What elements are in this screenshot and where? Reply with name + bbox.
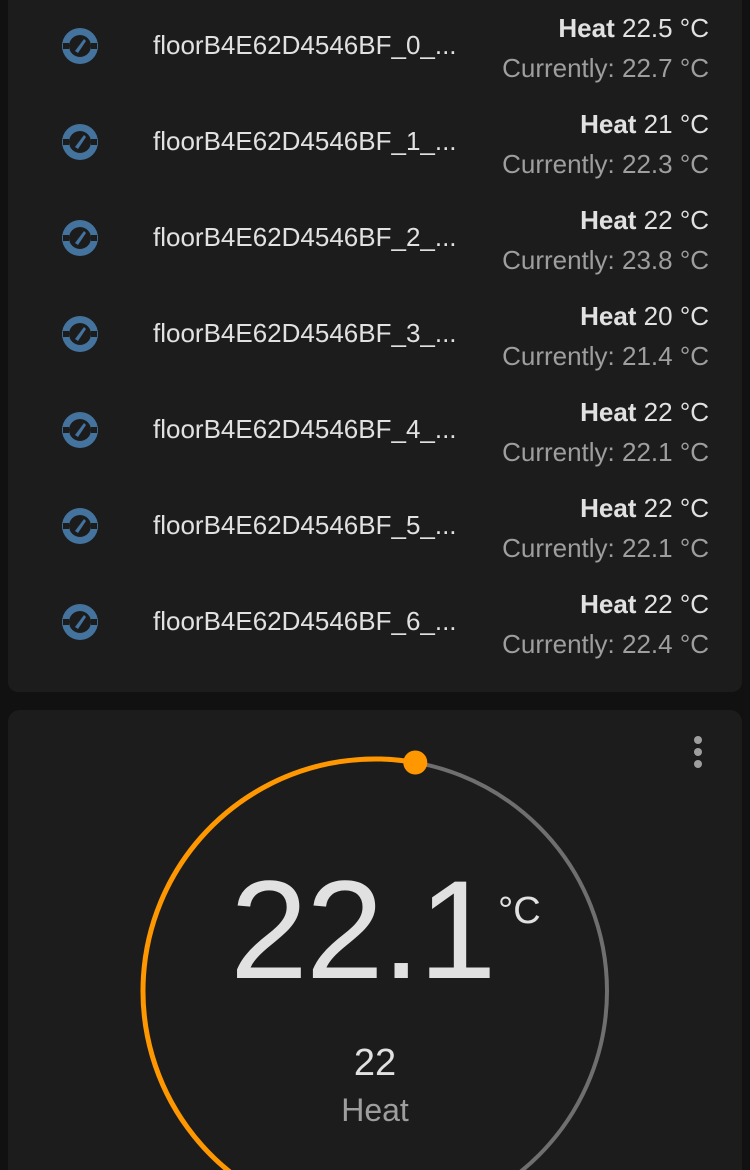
thermostat-row[interactable]: floorB4E62D4546BF_0_... Heat 22.5 °C Curre… <box>8 0 742 96</box>
thermostat-icon[interactable] <box>60 602 100 642</box>
thermostat-row[interactable]: floorB4E62D4546BF_2_... Heat 22 °C Current… <box>8 192 742 288</box>
thermostat-row[interactable]: floorB4E62D4546BF_4_... Heat 22 °C Current… <box>8 384 742 480</box>
thermostat-name[interactable]: floorB4E62D4546BF_1_... <box>153 124 473 158</box>
thermostat-state: Heat 20 °C Currently: 21.4 °C <box>502 296 709 376</box>
thermostat-icon[interactable] <box>60 506 100 546</box>
current-temperature: Currently: 22.3 °C <box>502 149 709 179</box>
thermostat-icon[interactable] <box>60 314 100 354</box>
hvac-mode-label: Heat <box>341 1092 409 1128</box>
thermostat-name[interactable]: floorB4E62D4546BF_0_... <box>153 28 473 62</box>
target-line: Heat 22 °C <box>502 584 709 624</box>
thermostat-row[interactable]: floorB4E62D4546BF_5_... Heat 22 °C Current… <box>8 480 742 576</box>
thermostat-icon[interactable] <box>60 410 100 450</box>
current-temperature: 22.1 <box>230 851 496 1008</box>
hvac-mode: Heat <box>580 397 637 427</box>
target-temperature: 21 °C <box>643 109 709 139</box>
thermostat-state: Heat 22 °C Currently: 22.1 °C <box>502 392 709 472</box>
thermostat-icon[interactable] <box>60 122 100 162</box>
target-line: Heat 20 °C <box>502 296 709 336</box>
current-temperature: Currently: 22.1 °C <box>502 437 709 467</box>
current-temperature: Currently: 22.4 °C <box>502 629 709 659</box>
thermostat-name[interactable]: floorB4E62D4546BF_6_... <box>153 604 473 638</box>
target-line: Heat 22 °C <box>502 200 709 240</box>
temperature-unit: °C <box>498 890 541 932</box>
hvac-mode: Heat <box>580 109 637 139</box>
hvac-mode: Heat <box>558 13 615 43</box>
current-temperature: Currently: 23.8 °C <box>502 245 709 275</box>
current-temperature: Currently: 22.7 °C <box>502 53 709 83</box>
thermostat-name[interactable]: floorB4E62D4546BF_5_... <box>153 508 473 542</box>
hvac-mode: Heat <box>580 493 637 523</box>
thermostat-card: 22.1 °C 22 Heat <box>8 710 742 1170</box>
thermostat-name[interactable]: floorB4E62D4546BF_4_... <box>153 412 473 446</box>
target-temperature: 20 °C <box>643 301 709 331</box>
thermostat-state: Heat 22 °C Currently: 23.8 °C <box>502 200 709 280</box>
target-line: Heat 22.5 °C <box>502 8 709 48</box>
more-vertical-icon[interactable] <box>686 736 710 776</box>
thermostat-name[interactable]: floorB4E62D4546BF_3_... <box>153 316 473 350</box>
hvac-mode: Heat <box>580 205 637 235</box>
setpoint-handle[interactable] <box>403 750 428 775</box>
current-temperature: Currently: 21.4 °C <box>502 341 709 371</box>
target-temperature: 22 °C <box>643 205 709 235</box>
thermostat-row[interactable]: floorB4E62D4546BF_1_... Heat 21 °C Current… <box>8 96 742 192</box>
thermostat-name[interactable]: floorB4E62D4546BF_2_... <box>153 220 473 254</box>
target-temperature: 22 °C <box>643 493 709 523</box>
target-temperature: 22.5 °C <box>621 13 709 43</box>
thermostat-list-card: floorB4E62D4546BF_0_... Heat 22.5 °C Curre… <box>8 0 742 692</box>
target-line: Heat 21 °C <box>502 104 709 144</box>
hvac-mode: Heat <box>580 589 637 619</box>
current-temperature: Currently: 22.1 °C <box>502 533 709 563</box>
thermostat-icon[interactable] <box>60 218 100 258</box>
target-temperature: 22 °C <box>643 397 709 427</box>
hvac-mode: Heat <box>580 301 637 331</box>
target-temperature[interactable]: 22 <box>275 1042 475 1085</box>
thermostat-row[interactable]: floorB4E62D4546BF_6_... Heat 22 °C Current… <box>8 576 742 672</box>
target-line: Heat 22 °C <box>502 488 709 528</box>
target-line: Heat 22 °C <box>502 392 709 432</box>
thermostat-row[interactable]: floorB4E62D4546BF_3_... Heat 20 °C Current… <box>8 288 742 384</box>
target-temperature: 22 °C <box>643 589 709 619</box>
thermostat-icon[interactable] <box>60 26 100 66</box>
thermostat-state: Heat 21 °C Currently: 22.3 °C <box>502 104 709 184</box>
thermostat-state: Heat 22 °C Currently: 22.1 °C <box>502 488 709 568</box>
thermostat-state: Heat 22.5 °C Currently: 22.7 °C <box>502 8 709 88</box>
thermostat-state: Heat 22 °C Currently: 22.4 °C <box>502 584 709 664</box>
